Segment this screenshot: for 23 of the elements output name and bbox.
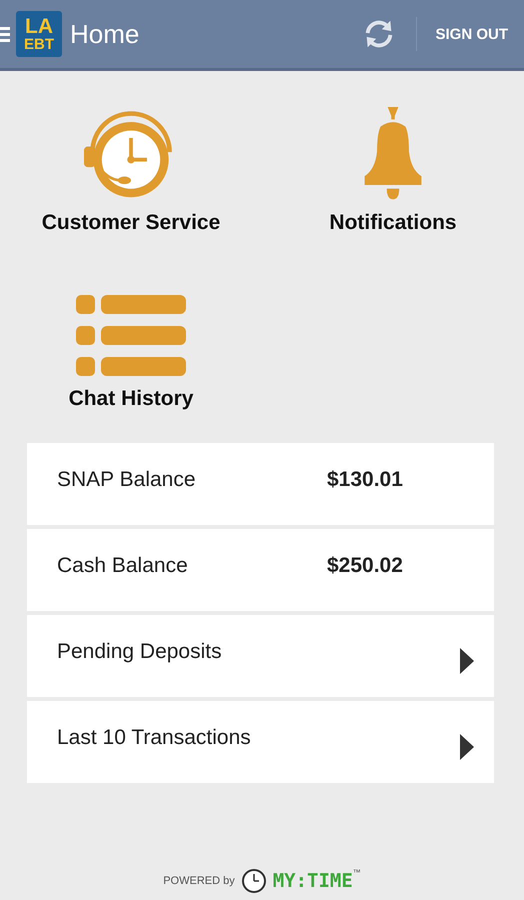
powered-by-text: POWERED by [163,875,235,887]
balance-amount: $130.01 [327,468,403,492]
shortcut-label[interactable]: Chat History [68,387,194,411]
balance-amount: $250.02 [327,554,403,578]
row-label: Cash Balance [57,554,189,578]
row-label: Pending Deposits [57,640,223,664]
list-row[interactable]: Pending Deposits [27,615,494,697]
row-label: Last 10 Transactions [57,726,252,750]
shortcut-label[interactable]: Customer Service [42,211,220,235]
sign-out-button[interactable]: SIGN OUT [417,12,524,56]
screen-title: Home [70,18,140,50]
shortcut-label[interactable]: Notifications [329,211,457,235]
chevron-right-icon [460,648,474,674]
menu-icon[interactable] [0,26,10,42]
brand-name: MY:TIME [272,870,353,892]
list-icon[interactable] [76,295,186,377]
chevron-right-icon [460,734,474,760]
list-row[interactable]: Last 10 Transactions [27,701,494,783]
logo-text: EBT [24,37,54,52]
trademark-sign: ™ [352,868,361,877]
logo-text: LA [25,16,53,37]
clock-icon [240,868,267,894]
row-label: SNAP Balance [57,468,197,492]
